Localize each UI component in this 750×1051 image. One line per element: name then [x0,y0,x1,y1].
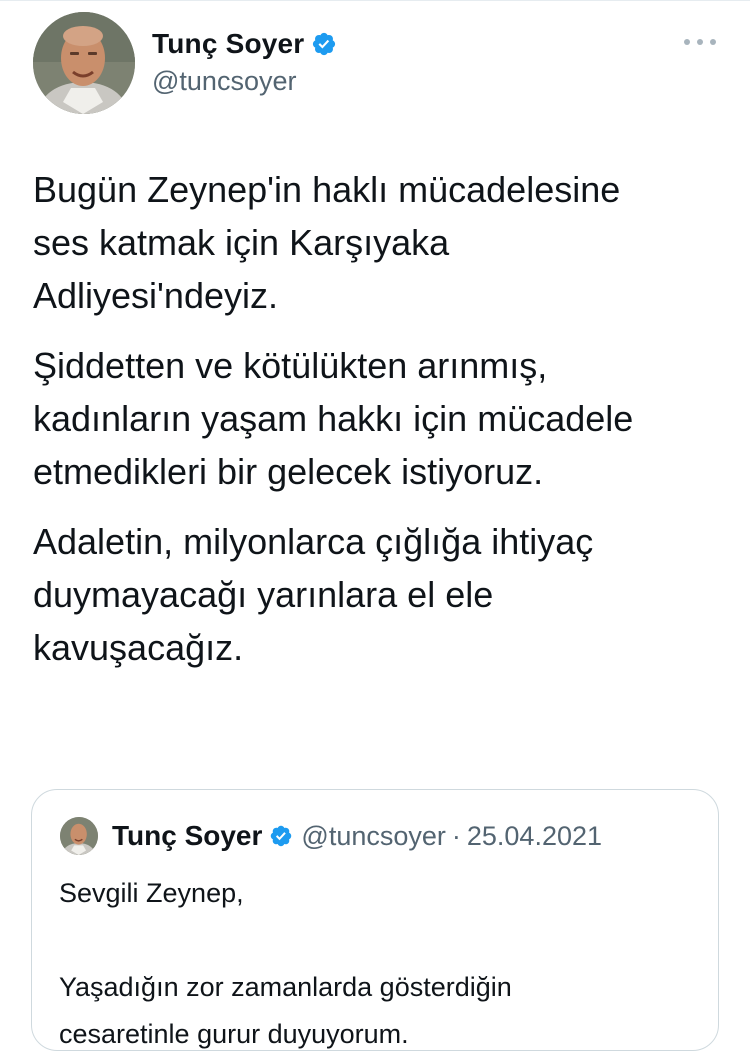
quoted-author-avatar [60,817,98,855]
quoted-tweet-date: 25.04.2021 [466,820,603,851]
author-handle[interactable]: @tuncsoyer [152,66,296,97]
quoted-author-name: Tunç Soyer [112,820,263,851]
quoted-author-handle: @tuncsoyer [301,820,446,851]
more-dot [684,39,690,45]
tweet-paragraph: Bugün Zeynep'in haklı mücadelesine ses k… [33,169,621,316]
tweet-paragraph: Adaletin, milyonlarca çığlığa ihtiyaç du… [33,521,594,668]
separator-dot: · [451,820,461,851]
verified-badge-icon [311,31,337,57]
tweet-text: Bugün Zeynep'in haklı mücadelesine ses k… [33,163,733,691]
tweet-paragraph: Şiddetten ve kötülükten arınmış, kadınla… [33,345,634,492]
author-avatar[interactable] [33,12,135,114]
quoted-tweet-header: Tunç Soyer @tuncsoyer · 25.04.2021 [112,820,602,852]
more-dot [710,39,716,45]
author-name-row: Tunç Soyer [152,28,337,60]
author-name[interactable]: Tunç Soyer [152,28,304,60]
quoted-tweet-card[interactable]: Tunç Soyer @tuncsoyer · 25.04.2021 Sevgi… [31,789,719,1051]
quoted-tweet-text: Sevgili Zeynep, Yaşadığın zor zamanlarda… [59,878,512,1049]
more-options-icon[interactable] [684,32,716,52]
more-dot [697,39,703,45]
verified-badge-icon [269,824,293,848]
tweet-header: Tunç Soyer @tuncsoyer [0,0,750,130]
